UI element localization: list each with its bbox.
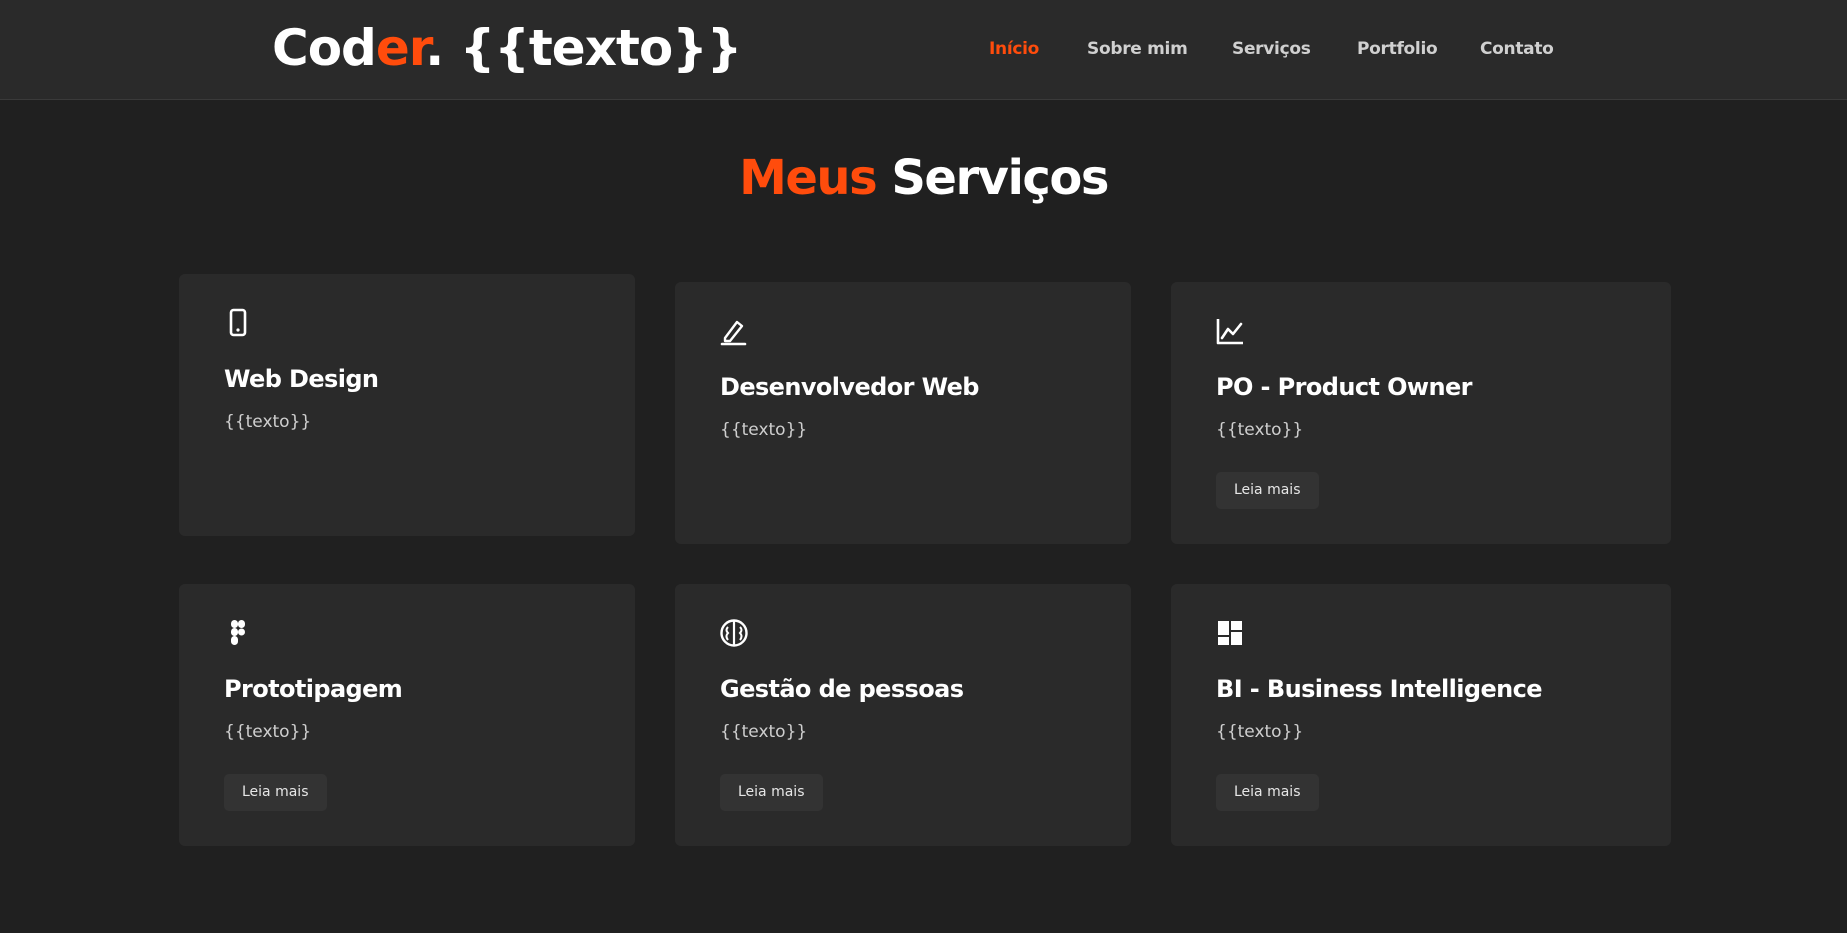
card-title: Desenvolvedor Web xyxy=(720,373,979,401)
main-nav: Início Sobre mim Serviços Portfolio Cont… xyxy=(0,36,1847,62)
nav-link-portfolio[interactable]: Portfolio xyxy=(1357,36,1438,62)
read-more-button[interactable]: Leia mais xyxy=(1216,774,1319,811)
read-more-button[interactable]: Leia mais xyxy=(224,774,327,811)
pencil-icon xyxy=(719,316,749,346)
figma-icon xyxy=(223,618,253,648)
service-card-web-design: Web Design {{texto}} xyxy=(179,274,635,536)
section-title-rest: Serviços xyxy=(891,150,1109,206)
nav-link-servicos[interactable]: Serviços xyxy=(1232,36,1311,62)
card-text: {{texto}} xyxy=(1216,420,1304,440)
chart-line-icon xyxy=(1215,316,1245,346)
service-card-gestao-de-pessoas: Gestão de pessoas {{texto}} Leia mais xyxy=(675,584,1131,846)
section-title-accent: Meus xyxy=(739,150,878,206)
nav-link-inicio[interactable]: Início xyxy=(989,36,1039,62)
service-card-business-intelligence: BI - Business Intelligence {{texto}} Lei… xyxy=(1171,584,1671,846)
card-title: Prototipagem xyxy=(224,675,403,703)
nav-link-sobre-mim[interactable]: Sobre mim xyxy=(1087,36,1188,62)
section-title: Meus Serviços xyxy=(0,146,1847,210)
read-more-button[interactable]: Leia mais xyxy=(1216,472,1319,509)
card-text: {{texto}} xyxy=(720,420,808,440)
card-title: BI - Business Intelligence xyxy=(1216,675,1543,703)
card-title: Gestão de pessoas xyxy=(720,675,964,703)
nav-link-contato[interactable]: Contato xyxy=(1480,36,1554,62)
card-title: PO - Product Owner xyxy=(1216,373,1472,401)
mobile-icon xyxy=(223,308,253,338)
brain-icon xyxy=(719,618,749,648)
service-card-desenvolvedor-web: Desenvolvedor Web {{texto}} xyxy=(675,282,1131,544)
service-card-product-owner: PO - Product Owner {{texto}} Leia mais xyxy=(1171,282,1671,544)
service-card-prototipagem: Prototipagem {{texto}} Leia mais xyxy=(179,584,635,846)
read-more-button[interactable]: Leia mais xyxy=(720,774,823,811)
site-header: Coder. {{texto}} Início Sobre mim Serviç… xyxy=(0,0,1847,100)
card-text: {{texto}} xyxy=(224,412,312,432)
dashboard-icon xyxy=(1215,618,1245,648)
card-text: {{texto}} xyxy=(1216,722,1304,742)
card-title: Web Design xyxy=(224,365,379,393)
card-text: {{texto}} xyxy=(720,722,808,742)
card-text: {{texto}} xyxy=(224,722,312,742)
